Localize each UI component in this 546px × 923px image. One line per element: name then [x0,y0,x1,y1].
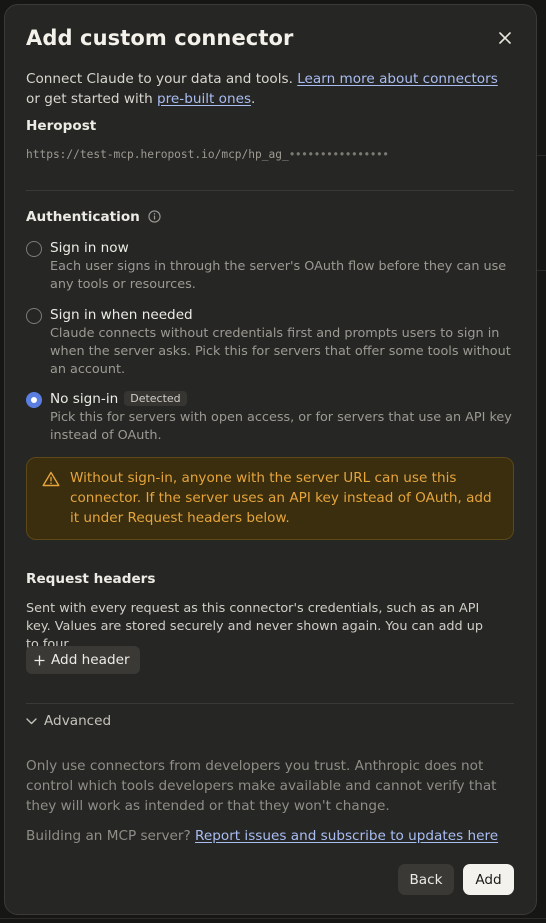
building-mcp-note: Building an MCP server? Report issues an… [26,828,498,844]
server-url-text: https://test-mcp.heropost.io/mcp/hp_ag_ [26,148,289,161]
add-connector-dialog: Add custom connector Connect Claude to y… [4,4,537,915]
intro-text-mid: or get started with [26,91,158,107]
advanced-label: Advanced [44,713,112,729]
close-icon [499,32,511,44]
building-text: Building an MCP server? [26,828,196,844]
request-headers-title: Request headers [26,571,156,587]
authentication-title: Authentication [26,209,161,225]
prebuilt-link[interactable]: pre-built ones [157,91,251,107]
dialog-intro: Connect Claude to your data and tools. L… [26,69,506,109]
auth-option-sign-in-when-needed[interactable]: Sign in when needed Claude connects with… [26,307,514,377]
plus-icon [34,655,45,665]
add-button[interactable]: Add [463,864,514,895]
trust-disclaimer: Only use connectors from developers you … [26,758,497,814]
auth-option-description: Each user signs in through the server's … [50,259,507,292]
radio-sign-in-when-needed[interactable] [26,308,42,324]
authentication-title-text: Authentication [26,209,140,225]
auth-option-label: No sign-in Detected [50,391,187,407]
chevron-down-icon [26,717,37,724]
dialog-title: Add custom connector [26,26,294,50]
add-header-label: Add header [51,652,130,668]
back-button[interactable]: Back [398,864,454,895]
auth-option-no-sign-in[interactable]: No sign-in Detected Pick this for servers… [26,391,514,443]
warning-text: Without sign-in, anyone with the server … [70,470,492,526]
warning-icon [42,471,60,487]
no-sign-in-warning: Without sign-in, anyone with the server … [26,457,514,540]
auth-option-description: Pick this for servers with open access, … [50,410,512,443]
radio-sign-in-now[interactable] [26,241,42,257]
server-name: Heropost [26,118,97,134]
auth-option-label: Sign in when needed [50,307,193,323]
background-divider [537,155,546,156]
auth-option-label: Sign in now [50,240,129,256]
background-divider [537,270,546,271]
intro-text-end: . [251,91,256,107]
info-icon[interactable] [148,210,161,223]
intro-text: Connect Claude to your data and tools. [26,71,298,87]
learn-more-link[interactable]: Learn more about connectors [297,71,498,87]
detected-badge: Detected [124,391,187,406]
auth-option-description: Claude connects without credentials firs… [50,326,511,377]
advanced-toggle[interactable]: Advanced [26,713,111,729]
close-button[interactable] [494,27,516,49]
auth-option-label-text: No sign-in [50,391,119,407]
server-url-mask: •••••••••••••••• [288,148,389,161]
auth-option-sign-in-now[interactable]: Sign in now Each user signs in through t… [26,240,514,292]
server-url: https://test-mcp.heropost.io/mcp/hp_ag_•… [26,148,389,161]
add-header-button[interactable]: Add header [26,646,140,674]
background-divider [0,918,546,919]
section-divider [26,703,514,704]
section-divider [26,190,514,191]
report-issues-link[interactable]: Report issues and subscribe to updates h… [195,828,498,844]
radio-no-sign-in[interactable] [26,392,42,408]
